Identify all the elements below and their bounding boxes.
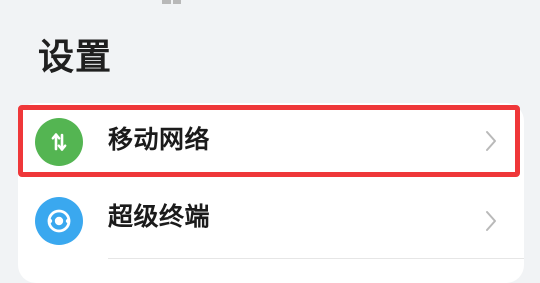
super-device-icon [35, 197, 83, 245]
settings-item-mobile-network[interactable]: 移动网络 [18, 103, 524, 181]
settings-item-super-device[interactable]: 超级终端 [18, 181, 524, 259]
status-bar-icon-fragment [161, 0, 183, 4]
chevron-right-icon [486, 131, 496, 151]
settings-item-label: 移动网络 [108, 125, 211, 154]
settings-item-label: 超级终端 [108, 202, 211, 231]
row-divider [108, 258, 524, 259]
settings-card: 移动网络 超级终端 [18, 103, 524, 283]
mobile-data-icon [35, 118, 83, 166]
chevron-right-icon [486, 211, 496, 231]
page-title: 设置 [38, 37, 113, 78]
